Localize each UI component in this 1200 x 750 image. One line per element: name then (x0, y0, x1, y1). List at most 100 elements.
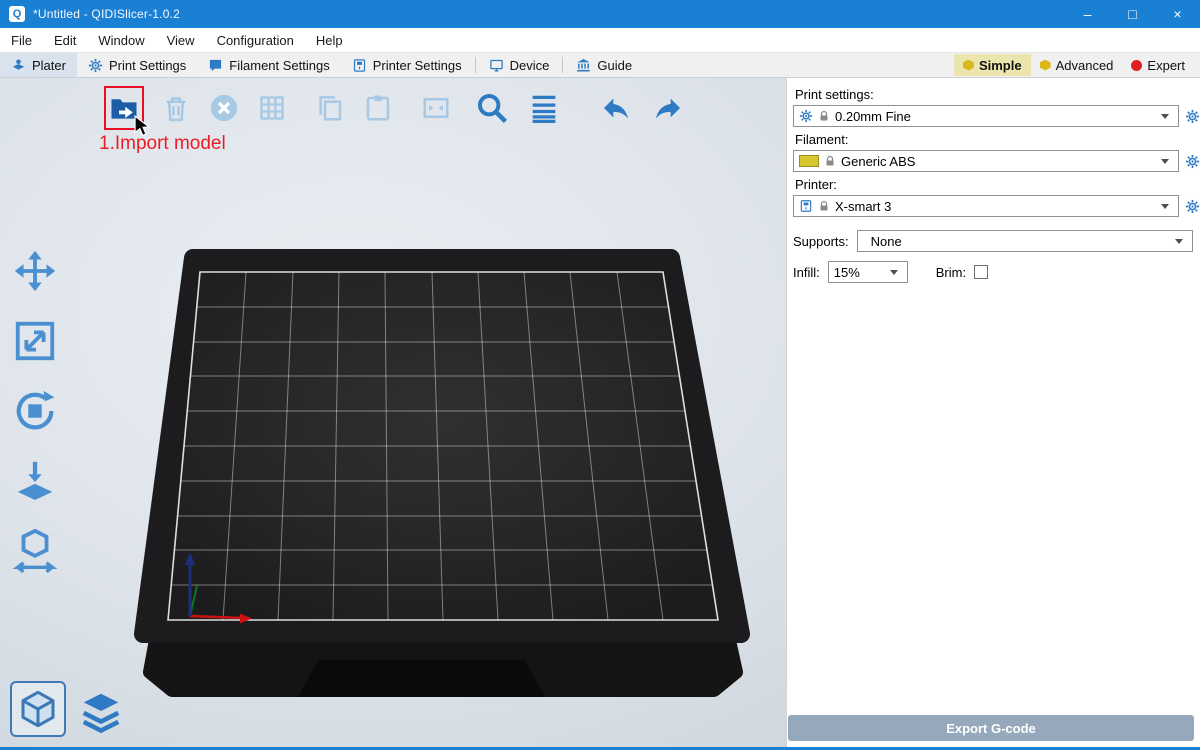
title-bar[interactable]: Q *Untitled - QIDISlicer-1.0.2 – □ × (0, 0, 1200, 28)
circle-x-icon (209, 93, 239, 123)
close-button[interactable]: × (1155, 0, 1200, 28)
mode-selector: Simple Advanced Expert (954, 53, 1200, 77)
tab-print-settings[interactable]: Print Settings (77, 53, 197, 77)
guide-icon (576, 58, 591, 73)
tab-label: Guide (597, 58, 632, 73)
chevron-down-icon (1161, 114, 1169, 119)
filament-icon (208, 58, 223, 73)
chevron-down-icon (1161, 204, 1169, 209)
supports-label: Supports: (793, 234, 849, 249)
3d-editor-view-button[interactable] (10, 681, 66, 737)
export-gcode-button[interactable]: Export G-code (788, 715, 1194, 741)
undo-icon (600, 92, 632, 124)
viewport-3d[interactable]: 1.Import model (0, 78, 786, 747)
print-settings-gear-button[interactable] (1185, 109, 1200, 124)
place-on-face-tool-icon[interactable] (12, 458, 58, 504)
device-icon (489, 58, 504, 73)
menu-configuration[interactable]: Configuration (206, 28, 305, 52)
measure-tool-icon[interactable] (12, 528, 58, 574)
printer-icon (799, 199, 813, 213)
import-model-button[interactable] (104, 86, 144, 130)
arrange-button[interactable] (254, 88, 290, 128)
split-icon (421, 93, 451, 123)
tab-guide[interactable]: Guide (565, 53, 643, 77)
mode-expert[interactable]: Expert (1122, 54, 1194, 76)
tab-label: Printer Settings (373, 58, 462, 73)
tab-label: Filament Settings (229, 58, 329, 73)
paste-icon (363, 93, 393, 123)
gizmo-toolbar (12, 248, 58, 574)
undo-button[interactable] (598, 88, 634, 128)
redo-icon (652, 92, 684, 124)
supports-combo[interactable]: None (857, 230, 1193, 252)
expert-mode-icon (1131, 60, 1142, 71)
infill-combo[interactable]: 15% (828, 261, 908, 283)
print-settings-label: Print settings: (795, 87, 1200, 102)
chevron-down-icon (1175, 239, 1183, 244)
delete-button[interactable] (158, 88, 194, 128)
mode-advanced[interactable]: Advanced (1031, 54, 1123, 76)
tab-label: Device (510, 58, 550, 73)
minimize-button[interactable]: – (1065, 0, 1110, 28)
menu-help[interactable]: Help (305, 28, 354, 52)
brim-checkbox[interactable] (974, 265, 988, 279)
tab-separator (475, 57, 476, 73)
window-controls: – □ × (1065, 0, 1200, 28)
chevron-down-icon (890, 270, 898, 275)
viewport-toolbar (104, 86, 686, 130)
mode-simple[interactable]: Simple (954, 54, 1031, 76)
search-icon (475, 91, 509, 125)
cube-3d-icon (18, 689, 58, 729)
tab-plater[interactable]: Plater (0, 53, 77, 77)
move-tool-icon[interactable] (12, 248, 58, 294)
tab-label: Plater (32, 58, 66, 73)
print-settings-combo[interactable]: 0.20mm Fine (793, 105, 1179, 127)
rotate-tool-icon[interactable] (12, 388, 58, 434)
lock-icon (818, 110, 830, 122)
window-title: *Untitled - QIDISlicer-1.0.2 (33, 7, 180, 21)
scale-tool-icon[interactable] (12, 318, 58, 364)
tab-printer-settings[interactable]: Printer Settings (341, 53, 473, 77)
copy-button[interactable] (312, 88, 348, 128)
import-model-annotation: 1.Import model (99, 133, 226, 155)
advanced-mode-icon (1040, 60, 1051, 71)
search-button[interactable] (474, 88, 510, 128)
menu-window[interactable]: Window (87, 28, 155, 52)
maximize-button[interactable]: □ (1110, 0, 1155, 28)
lock-icon (824, 155, 836, 167)
delete-all-button[interactable] (206, 88, 242, 128)
mode-label: Expert (1147, 58, 1185, 73)
gear-icon (799, 109, 813, 123)
layer-lines-icon (527, 91, 561, 125)
filament-label: Filament: (795, 132, 1200, 147)
tab-filament-settings[interactable]: Filament Settings (197, 53, 340, 77)
menu-view[interactable]: View (156, 28, 206, 52)
variable-layer-height-button[interactable] (526, 88, 562, 128)
arrange-grid-icon (258, 94, 286, 122)
printer-gear-button[interactable] (1185, 199, 1200, 214)
preview-sliced-view-button[interactable] (78, 689, 124, 737)
app-icon-letter: Q (13, 8, 22, 20)
brim-label: Brim: (936, 265, 966, 280)
plater-icon (11, 58, 26, 73)
paste-button[interactable] (360, 88, 396, 128)
tab-device[interactable]: Device (478, 53, 561, 77)
filament-combo[interactable]: Generic ABS (793, 150, 1179, 172)
mode-label: Simple (979, 58, 1022, 73)
menu-edit[interactable]: Edit (43, 28, 87, 52)
tab-bar: Plater Print Settings Filament Settings … (0, 52, 1200, 78)
filament-gear-button[interactable] (1185, 154, 1200, 169)
redo-button[interactable] (650, 88, 686, 128)
infill-label: Infill: (793, 265, 820, 280)
printer-label: Printer: (795, 177, 1200, 192)
trash-icon (161, 93, 191, 123)
menu-file[interactable]: File (0, 28, 43, 52)
tab-label: Print Settings (109, 58, 186, 73)
view-switcher (10, 681, 124, 737)
layers-stack-icon (78, 689, 124, 735)
filament-color-swatch (799, 155, 819, 167)
printer-value: X-smart 3 (835, 199, 891, 214)
print-bed-3d[interactable] (0, 78, 786, 747)
printer-combo[interactable]: X-smart 3 (793, 195, 1179, 217)
split-objects-button[interactable] (418, 88, 454, 128)
